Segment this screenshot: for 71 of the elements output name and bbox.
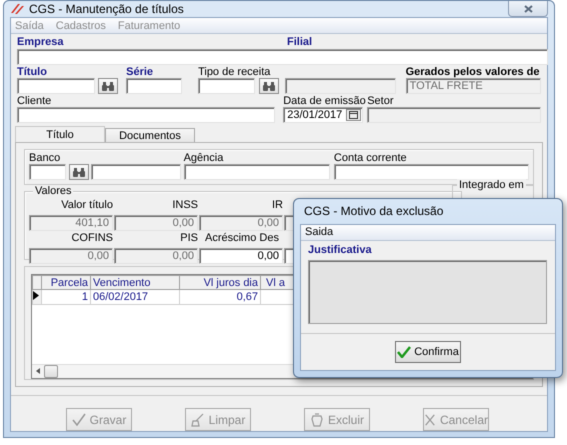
date-field[interactable]: 23/01/2017 xyxy=(283,107,364,123)
field-label: COFINS xyxy=(70,233,113,244)
cross-icon xyxy=(424,412,436,426)
confirm-button[interactable]: Confirma xyxy=(395,341,461,363)
field-label: Data de emissão xyxy=(283,96,366,107)
trash-icon xyxy=(310,412,324,426)
input-field[interactable] xyxy=(184,164,330,180)
check-icon xyxy=(397,346,412,358)
input-field[interactable] xyxy=(90,164,181,180)
input-field: TOTAL FRETE xyxy=(406,78,541,94)
input-field: 401,10 xyxy=(29,215,113,231)
field-label: Banco xyxy=(29,153,60,164)
scroll-thumb[interactable] xyxy=(44,365,58,378)
input-field xyxy=(284,215,294,231)
search-button[interactable] xyxy=(259,78,279,94)
field-label: Cliente xyxy=(17,96,52,107)
field-label: Série xyxy=(126,67,154,78)
search-button[interactable] xyxy=(69,164,89,180)
tab[interactable]: Título xyxy=(15,126,105,142)
field-label: Conta corrente xyxy=(334,153,407,164)
table-cell: 1 xyxy=(42,290,90,304)
input-field: 0,00 xyxy=(29,248,113,264)
table-cell: 06/02/2017 xyxy=(90,290,180,304)
table-cell: 0,67 xyxy=(180,290,260,304)
group-title: Integrado em xyxy=(457,179,526,191)
check-icon xyxy=(72,412,86,426)
broom-icon xyxy=(190,412,205,426)
date-value: 23/01/2017 xyxy=(287,108,342,122)
field-label: IR xyxy=(271,200,283,211)
dropdown-field[interactable] xyxy=(17,49,548,65)
column-header[interactable]: Vl juros dia xyxy=(180,276,260,290)
dialog-title: CGS - Motivo da exclusão xyxy=(303,203,444,220)
input-field: 0,00 xyxy=(114,248,198,264)
binoculars-icon xyxy=(262,82,275,90)
scroll-left-icon xyxy=(36,368,40,374)
field-label: Setor xyxy=(367,96,394,107)
input-field[interactable] xyxy=(284,248,294,264)
input-field[interactable] xyxy=(126,78,182,94)
binoculars-icon xyxy=(102,82,114,90)
field-label: Acréscimo Des xyxy=(205,233,280,244)
close-icon xyxy=(524,4,532,12)
field-label: PIS xyxy=(179,233,198,244)
column-header[interactable]: Parcela xyxy=(42,276,90,290)
input-field[interactable]: 0,00 xyxy=(199,248,283,264)
field-label: Tipo de receita xyxy=(198,67,270,78)
group-title: Valores xyxy=(33,185,74,197)
input-field[interactable] xyxy=(198,78,256,94)
tab[interactable]: Documentos xyxy=(105,128,195,142)
calendar-icon xyxy=(349,111,358,119)
calendar-button[interactable] xyxy=(346,109,362,121)
input-field[interactable] xyxy=(29,164,66,180)
field-label: Justificativa xyxy=(308,245,373,256)
input-field[interactable] xyxy=(334,164,529,180)
search-button[interactable] xyxy=(98,78,118,94)
app-logo-icon xyxy=(10,3,24,15)
input-field: 0,00 xyxy=(199,215,283,231)
close-button[interactable] xyxy=(508,1,548,17)
field-label: Empresa xyxy=(17,37,64,48)
field-label: Título xyxy=(17,67,47,78)
input-field[interactable] xyxy=(17,78,96,94)
column-header[interactable]: Vencimento xyxy=(90,276,180,290)
menu-item[interactable]: Saida xyxy=(305,226,334,238)
input-field: 0,00 xyxy=(114,215,198,231)
field-label: INSS xyxy=(171,200,198,211)
field-label: Gerados pelos valores de xyxy=(406,67,540,78)
input-field[interactable] xyxy=(17,107,276,123)
binoculars-icon xyxy=(72,168,85,176)
field-label: Valor título xyxy=(60,200,113,211)
field-label: Agência xyxy=(184,153,224,164)
window-title: CGS - Manutenção de títulos xyxy=(29,2,184,16)
field-label: Filial xyxy=(287,37,312,48)
